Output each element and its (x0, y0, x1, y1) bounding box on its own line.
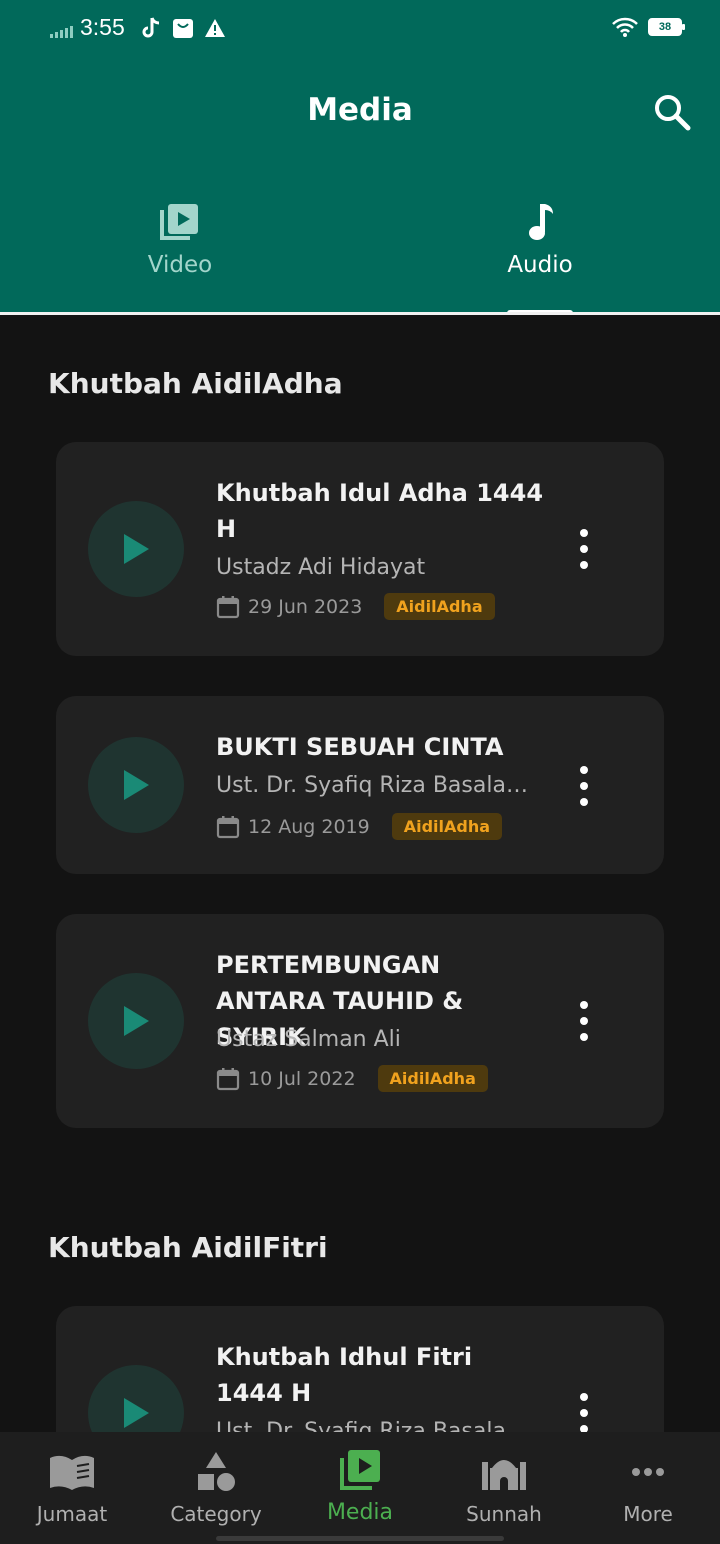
nav-item-jumaat[interactable]: Jumaat (0, 1432, 144, 1544)
mosque-icon (482, 1460, 526, 1490)
play-button[interactable] (88, 737, 184, 833)
nav-item-category[interactable]: Category (144, 1432, 288, 1544)
tab-audio-label: Audio (507, 252, 573, 278)
more-options-icon[interactable] (574, 1393, 594, 1432)
nav-item-media[interactable]: Media (288, 1432, 432, 1544)
section-title: Khutbah AidilAdha (48, 367, 343, 400)
audio-date: 10 Jul 2022 (248, 1067, 356, 1090)
nav-label-sunnah: Sunnah (466, 1502, 542, 1526)
audio-speaker: Ustadz Adi Hidayat (216, 555, 426, 580)
more-options-icon[interactable] (574, 766, 594, 806)
nav-label-category: Category (170, 1502, 262, 1526)
audio-speaker: Ustaz Salman Ali (216, 1027, 401, 1052)
bottom-navigation: Jumaat Category Media Sunnah More (0, 1432, 720, 1544)
play-icon (124, 1006, 149, 1036)
nav-item-more[interactable]: More (576, 1432, 720, 1544)
signal-icon (50, 24, 73, 38)
audio-date: 29 Jun 2023 (248, 595, 363, 618)
media-list[interactable]: Khutbah AidilAdha Khutbah Idul Adha 1444… (0, 315, 720, 1432)
shapes-icon (198, 1452, 235, 1491)
tab-video[interactable]: Video (0, 196, 360, 314)
nav-label-jumaat: Jumaat (36, 1502, 108, 1526)
play-icon (124, 534, 149, 564)
calendar-icon (216, 815, 240, 838)
tab-video-label: Video (147, 252, 213, 278)
audio-speaker: Ust. Dr. Syafiq Riza Basalamah (216, 773, 536, 798)
more-horizontal-icon (632, 1468, 664, 1476)
book-icon (50, 1455, 94, 1490)
audio-title: Khutbah Idul Adha 1444 H (216, 479, 544, 543)
category-tag: AidilAdha (391, 813, 503, 840)
audio-date: 12 Aug 2019 (248, 815, 370, 838)
shopping-bag-icon (173, 19, 193, 38)
tab-audio[interactable]: Audio (360, 196, 720, 314)
play-button[interactable] (88, 973, 184, 1069)
wifi-icon (612, 17, 638, 37)
tiktok-icon (142, 17, 160, 38)
nav-item-sunnah[interactable]: Sunnah (432, 1432, 576, 1544)
home-indicator (216, 1536, 504, 1541)
nav-label-media: Media (326, 1500, 394, 1525)
play-icon (124, 1398, 149, 1428)
play-icon (124, 770, 149, 800)
audio-card[interactable]: BUKTI SEBUAH CINTA Ust. Dr. Syafiq Riza … (56, 696, 664, 874)
status-bar: 3:55 38 (0, 0, 720, 60)
warning-icon (205, 19, 225, 37)
section-title: Khutbah AidilFitri (48, 1231, 328, 1264)
music-note-icon (529, 204, 553, 240)
calendar-icon (216, 1067, 240, 1090)
audio-card[interactable]: Khutbah Idul Adha 1444 H Ustadz Adi Hida… (56, 442, 664, 656)
more-options-icon[interactable] (574, 529, 594, 569)
nav-label-more: More (623, 1502, 673, 1526)
app-header: Media Video Audio (0, 60, 720, 314)
search-icon[interactable] (652, 92, 692, 132)
play-button[interactable] (88, 1365, 184, 1432)
more-options-icon[interactable] (574, 1001, 594, 1041)
audio-card[interactable]: PERTEMBUNGAN ANTARA TAUHID & SYIRIK Usta… (56, 914, 664, 1128)
status-time: 3:55 (80, 14, 125, 40)
calendar-icon (216, 595, 240, 618)
audio-meta: 29 Jun 2023 AidilAdha (216, 593, 495, 620)
video-library-icon (340, 1450, 380, 1490)
category-tag: AidilAdha (384, 593, 495, 620)
audio-title: BUKTI SEBUAH CINTA (216, 733, 504, 761)
audio-meta: 10 Jul 2022 AidilAdha (216, 1065, 488, 1092)
audio-speaker: Ust. Dr. Syafiq Riza Basalamah (216, 1419, 536, 1432)
battery-icon: 38 (648, 18, 685, 36)
category-tag: AidilAdha (377, 1065, 488, 1092)
media-tabs: Video Audio (0, 196, 720, 314)
audio-title: Khutbah Idhul Fitri 1444 H (216, 1343, 473, 1407)
play-button[interactable] (88, 501, 184, 597)
page-title: Media (307, 92, 413, 128)
video-library-icon (160, 204, 198, 240)
audio-meta: 12 Aug 2019 AidilAdha (216, 813, 503, 840)
audio-card[interactable]: Khutbah Idhul Fitri 1444 H Ust. Dr. Syaf… (56, 1306, 664, 1432)
